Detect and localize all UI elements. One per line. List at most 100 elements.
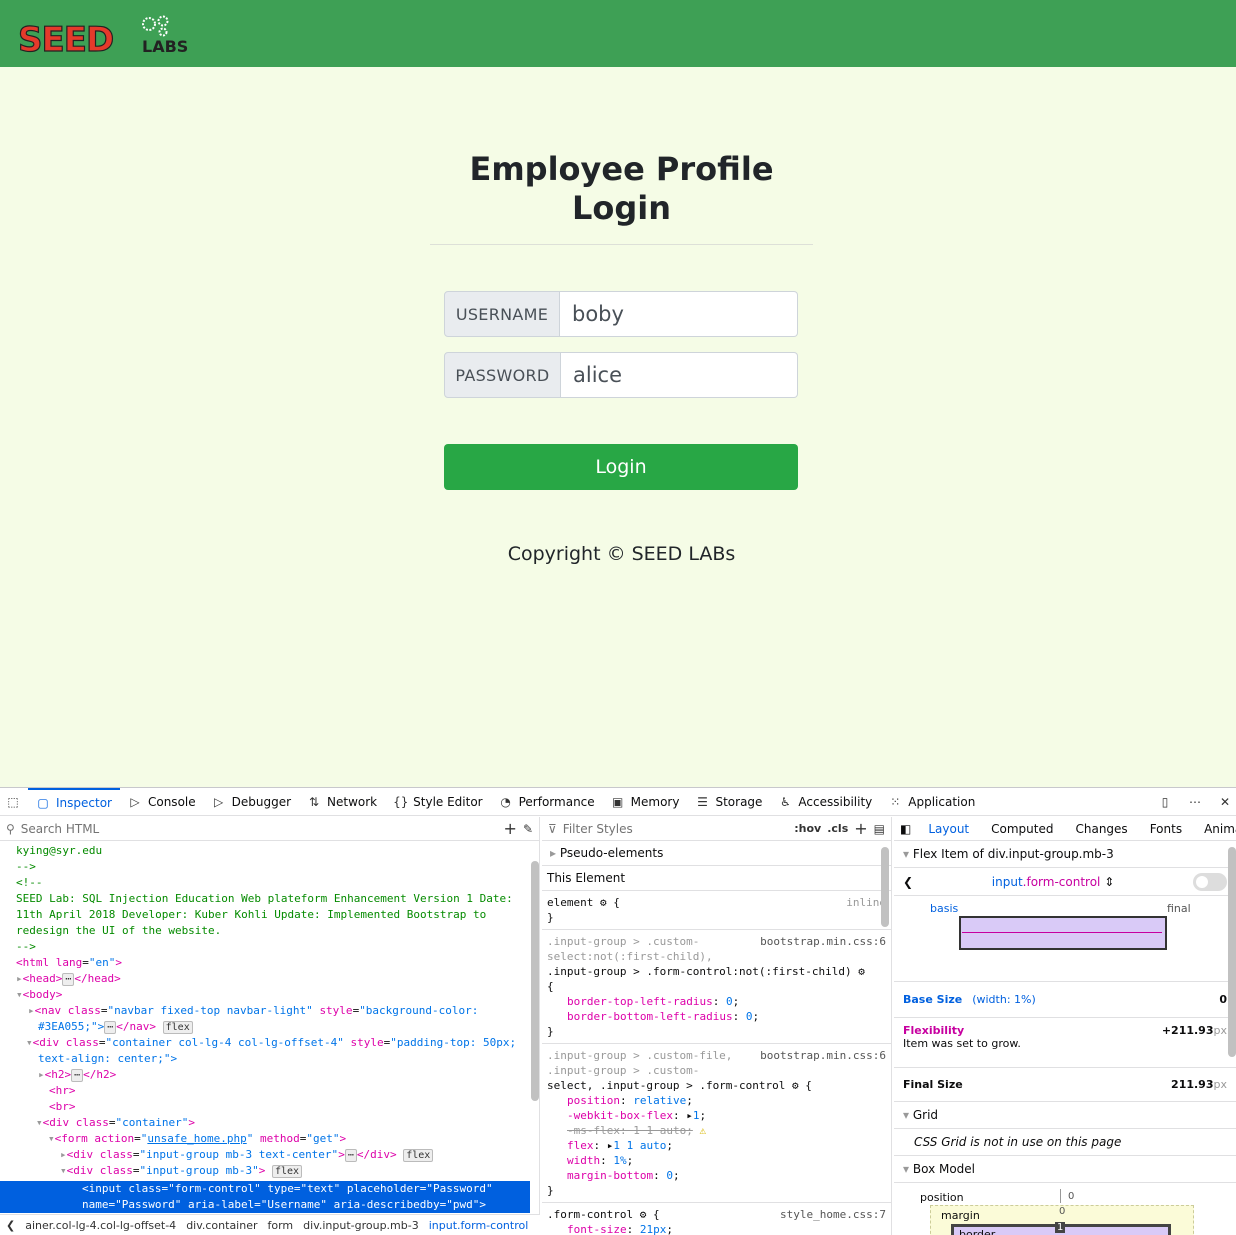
html-line[interactable]: text-align: center;"> [16, 1051, 539, 1067]
seed-labs-logo[interactable]: SEED LABS [18, 14, 218, 56]
css-value[interactable]: relative [633, 1094, 686, 1107]
html-line[interactable]: ▸<nav class="navbar fixed-top navbar-lig… [16, 1003, 539, 1019]
dock-button[interactable]: ▯ [1150, 788, 1180, 816]
tab-fonts[interactable]: Fonts [1139, 822, 1193, 836]
collapse-icon[interactable]: ▾ [60, 1164, 67, 1177]
html-scrollbar[interactable] [531, 861, 539, 1101]
css-property[interactable]: position [567, 1094, 620, 1107]
css-property[interactable]: flex [567, 1139, 594, 1152]
position-value[interactable]: 0 [1068, 1191, 1074, 1202]
rule-source[interactable]: bootstrap.min.css:6 [760, 1048, 886, 1063]
password-input[interactable]: alice [561, 352, 798, 398]
close-devtools-button[interactable]: ✕ [1210, 788, 1236, 816]
add-node-icon[interactable]: + [504, 819, 517, 838]
html-line[interactable]: 11th April 2018 Developer: Kuber Kohli U… [16, 907, 539, 923]
border-value[interactable]: 1 [1055, 1222, 1066, 1233]
html-line[interactable]: --> [16, 859, 539, 875]
html-line[interactable]: ▾<div class="input-group mb-3"> flex [16, 1163, 539, 1179]
breadcrumb-item[interactable]: form [268, 1219, 294, 1232]
css-value[interactable]: 1 1 auto [613, 1139, 666, 1152]
breadcrumb-item-active[interactable]: input.form-control [429, 1219, 529, 1232]
breadcrumb-item[interactable]: ainer.col-lg-4.col-lg-offset-4 [25, 1219, 176, 1232]
toggle-sidebar-icon[interactable]: ◧ [894, 822, 917, 836]
tab-storage[interactable]: ☰ Storage [687, 788, 770, 816]
css-property[interactable]: margin-bottom [567, 1169, 653, 1182]
css-declaration-overridden[interactable]: -ms-flex: 1 1 auto; [567, 1124, 693, 1137]
flex-badge[interactable]: flex [403, 1149, 434, 1162]
box-model-heading[interactable]: ▾ Box Model [894, 1156, 1236, 1183]
username-input[interactable]: boby [560, 291, 798, 337]
html-line[interactable]: <hr> [16, 1083, 539, 1099]
html-line[interactable]: <br> [16, 1099, 539, 1115]
css-property[interactable]: border-top-left-radius [567, 995, 713, 1008]
collapse-icon[interactable]: ▾ [48, 1132, 55, 1145]
css-value[interactable]: 0 [666, 1169, 673, 1182]
tab-accessibility[interactable]: ♿ Accessibility [770, 788, 880, 816]
html-line[interactable]: SEED Lab: SQL Injection Education Web pl… [16, 891, 539, 907]
css-value[interactable]: 21px [640, 1223, 667, 1235]
rules-scrollbar[interactable] [881, 847, 889, 927]
html-line[interactable]: --> [16, 939, 539, 955]
print-icon[interactable]: ▤ [874, 822, 885, 836]
cls-button[interactable]: .cls [827, 822, 848, 835]
css-value[interactable]: 1 [693, 1109, 700, 1122]
tab-memory[interactable]: ▣ Memory [603, 788, 688, 816]
css-value[interactable]: 0 [746, 1010, 753, 1023]
html-line[interactable]: ▸<div class="input-group mb-3 text-cente… [16, 1147, 539, 1163]
rule-source[interactable]: style_home.css:7 [780, 1207, 886, 1222]
breadcrumb-item[interactable]: div.input-group.mb-3 [303, 1219, 419, 1232]
flex-badge[interactable]: flex [271, 1165, 303, 1178]
tab-style-editor[interactable]: {} Style Editor [385, 788, 490, 816]
tab-network[interactable]: ⇅ Network [299, 788, 385, 816]
html-line[interactable]: ▾<div class="container col-lg-4 col-lg-o… [16, 1035, 539, 1051]
html-line[interactable]: kying@syr.edu [16, 843, 539, 859]
hov-button[interactable]: :hov [794, 822, 821, 835]
expand-icon[interactable]: ▸ [38, 1068, 45, 1081]
html-line[interactable]: <html lang="en"> [16, 955, 539, 971]
expand-icon[interactable]: ▸ [60, 1148, 67, 1161]
css-property[interactable]: -webkit-box-flex [567, 1109, 673, 1122]
tab-computed[interactable]: Computed [980, 822, 1064, 836]
html-line[interactable]: redesign the UI of the website. [16, 923, 539, 939]
tab-inspector[interactable]: ▢ Inspector [28, 787, 120, 816]
tab-application[interactable]: ⁙ Application [880, 788, 983, 816]
css-property[interactable]: border-bottom-left-radius [567, 1010, 733, 1023]
highlight-toggle[interactable] [1193, 872, 1227, 891]
flex-item-heading[interactable]: ▾ Flex Item of div.input-group.mb-3 [894, 841, 1236, 868]
more-button[interactable]: ⋯ [1180, 788, 1210, 816]
pseudo-elements-toggle[interactable]: ▸ Pseudo-elements [542, 841, 891, 866]
tab-animations[interactable]: Animat [1193, 822, 1236, 836]
tab-performance[interactable]: ◔ Performance [491, 788, 603, 816]
html-line[interactable]: ▾<div class="container"> [16, 1115, 539, 1131]
html-line[interactable]: ▸<head> ⋯ </head> [16, 971, 539, 987]
flex-badge[interactable]: flex [162, 1021, 193, 1034]
back-chevron-icon[interactable]: ❮ [903, 875, 913, 889]
collapse-icon[interactable]: ▾ [16, 988, 23, 1001]
expand-icon[interactable]: ▸ [28, 1004, 35, 1017]
css-property[interactable]: font-size [567, 1223, 627, 1235]
grid-heading[interactable]: ▾ Grid [894, 1102, 1236, 1129]
css-value[interactable]: 0 [726, 995, 733, 1008]
breadcrumb-item[interactable]: div.container [186, 1219, 257, 1232]
pick-element-button[interactable]: ⬚ [0, 788, 28, 816]
tab-changes[interactable]: Changes [1064, 822, 1138, 836]
chevron-left-icon[interactable]: ❮ [6, 1219, 15, 1232]
form-action-link[interactable]: unsafe_home.php [147, 1132, 246, 1145]
login-button[interactable]: Login [444, 444, 798, 490]
tab-console[interactable]: ▷ Console [120, 788, 204, 816]
selected-node[interactable]: <input class="form-control" type="text" … [0, 1181, 530, 1213]
html-line[interactable]: ▾<body> [16, 987, 539, 1003]
search-html-input[interactable]: Search HTML [21, 822, 498, 836]
html-line[interactable]: <!-- [16, 875, 539, 891]
rule-source[interactable]: bootstrap.min.css:6 [760, 934, 886, 949]
html-line[interactable]: #3EA055;"> ⋯ </nav> flex [16, 1019, 539, 1035]
collapse-icon[interactable]: ▾ [26, 1036, 33, 1049]
tab-debugger[interactable]: ▷ Debugger [204, 788, 299, 816]
filter-styles-input[interactable]: Filter Styles [563, 822, 788, 836]
html-line[interactable]: ▾<form action="unsafe_home.php" method="… [16, 1131, 539, 1147]
add-rule-icon[interactable]: + [854, 819, 867, 838]
html-line[interactable]: ▸<h2> ⋯ </h2> [16, 1067, 539, 1083]
css-value[interactable]: 1% [613, 1154, 626, 1167]
margin-value[interactable]: 0 [1059, 1206, 1065, 1217]
chevron-right-icon[interactable]: ❯ [538, 1219, 540, 1232]
